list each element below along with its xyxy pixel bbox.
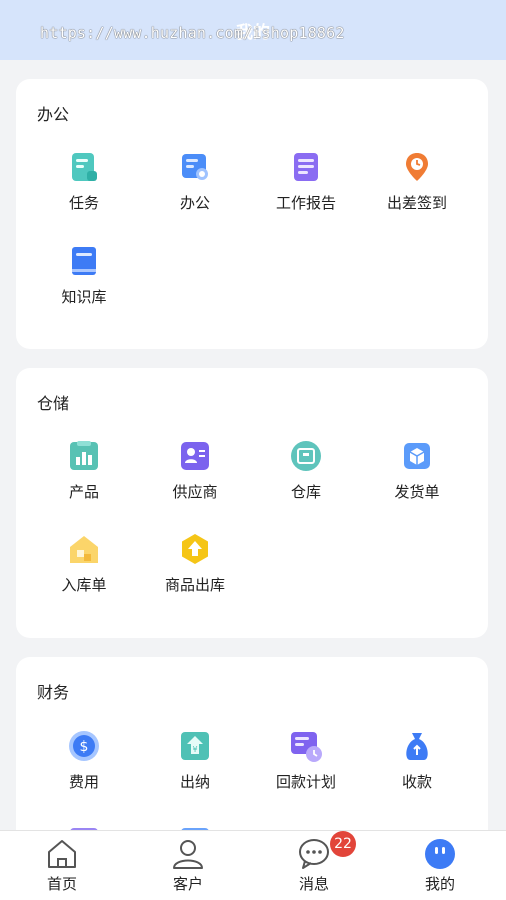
grid-item-label: 入库单 [61, 576, 107, 594]
grid-item-product[interactable]: 产品 [29, 439, 139, 502]
grid-item-payback-plan[interactable]: 回款计划 [251, 729, 361, 792]
svg-text:$: $ [80, 739, 89, 755]
grid-item-label: 出纳 [179, 773, 210, 791]
grid-item-task[interactable]: 任务 [29, 150, 139, 213]
product-chart-icon [70, 441, 98, 470]
message-icon [299, 839, 329, 869]
watermark-text: https://www.huzhan.com/ishop18862 [40, 24, 345, 42]
tab-label: 消息 [298, 875, 329, 893]
grid-item-label: 发货单 [394, 483, 440, 501]
dollar-coin-icon: $ [69, 731, 99, 761]
grid-item-goods-outbound[interactable]: 商品出库 [140, 532, 250, 595]
cashier-icon: ¥ [181, 732, 209, 760]
grid-item-expense[interactable]: $ 费用 [29, 729, 139, 792]
grid-item-inbound-order[interactable]: 入库单 [29, 532, 139, 595]
supplier-card-icon [181, 442, 209, 470]
section-title: 仓储 [37, 394, 70, 413]
grid-item-label: 仓库 [290, 483, 321, 501]
delivery-box-icon [404, 443, 430, 469]
storage-section: 仓储 产品 供应商 仓库 发货单 入库单 商品出库 [16, 368, 488, 638]
grid-item-receipt[interactable]: 收款 [362, 729, 472, 792]
section-title: 办公 [37, 105, 70, 124]
task-doc-icon [72, 153, 97, 181]
profile-face-icon [425, 839, 455, 869]
grid-item-knowledge-base[interactable]: 知识库 [29, 244, 139, 307]
grid-item-label: 出差签到 [386, 194, 447, 212]
knowledge-book-icon [72, 247, 96, 275]
grid-item-cashier[interactable]: ¥ 出纳 [140, 729, 250, 792]
money-bag-icon [406, 733, 428, 760]
inbound-house-icon [70, 536, 98, 563]
grid-item-label: 费用 [68, 773, 99, 791]
grid-item-work-report[interactable]: 工作报告 [251, 150, 361, 213]
grid-item-label: 收款 [401, 773, 432, 791]
grid-item-label: 知识库 [61, 288, 107, 306]
top-header: 我的 https://www.huzhan.com/ishop18862 [0, 0, 506, 60]
tab-label: 首页 [46, 875, 77, 893]
payback-plan-icon [291, 732, 322, 762]
grid-item-label: 办公 [179, 194, 210, 212]
location-pin-icon [406, 153, 428, 181]
customer-icon [173, 840, 203, 869]
grid-item-office[interactable]: 办公 [140, 150, 250, 213]
home-icon [48, 840, 76, 868]
office-section: 办公 任务 办公 工作报告 出差签到 知识库 [16, 79, 488, 349]
grid-item-business-trip[interactable]: 出差签到 [362, 150, 472, 213]
svg-text:¥: ¥ [192, 745, 197, 754]
grid-item-delivery-order[interactable]: 发货单 [362, 439, 472, 502]
tab-mine[interactable]: 我的 [385, 831, 495, 900]
grid-item-label: 供应商 [172, 483, 218, 501]
section-title: 财务 [37, 683, 70, 702]
office-search-icon [182, 154, 208, 180]
outbound-arrow-icon [182, 534, 208, 564]
warehouse-icon [291, 441, 321, 471]
tab-home[interactable]: 首页 [7, 831, 117, 900]
grid-item-label: 商品出库 [164, 576, 225, 594]
work-report-icon [294, 153, 318, 181]
tab-customer[interactable]: 客户 [133, 831, 243, 900]
grid-item-supplier[interactable]: 供应商 [140, 439, 250, 502]
bottom-tab-bar: 首页 客户 消息 我的 [0, 830, 506, 900]
grid-item-warehouse[interactable]: 仓库 [251, 439, 361, 502]
tab-label: 我的 [424, 875, 455, 893]
grid-item-label: 回款计划 [275, 773, 336, 791]
message-count-badge: 22 [330, 831, 356, 857]
grid-item-label: 工作报告 [275, 194, 336, 212]
tab-label: 客户 [172, 875, 203, 893]
grid-item-label: 任务 [68, 194, 99, 212]
grid-item-label: 产品 [68, 483, 99, 501]
